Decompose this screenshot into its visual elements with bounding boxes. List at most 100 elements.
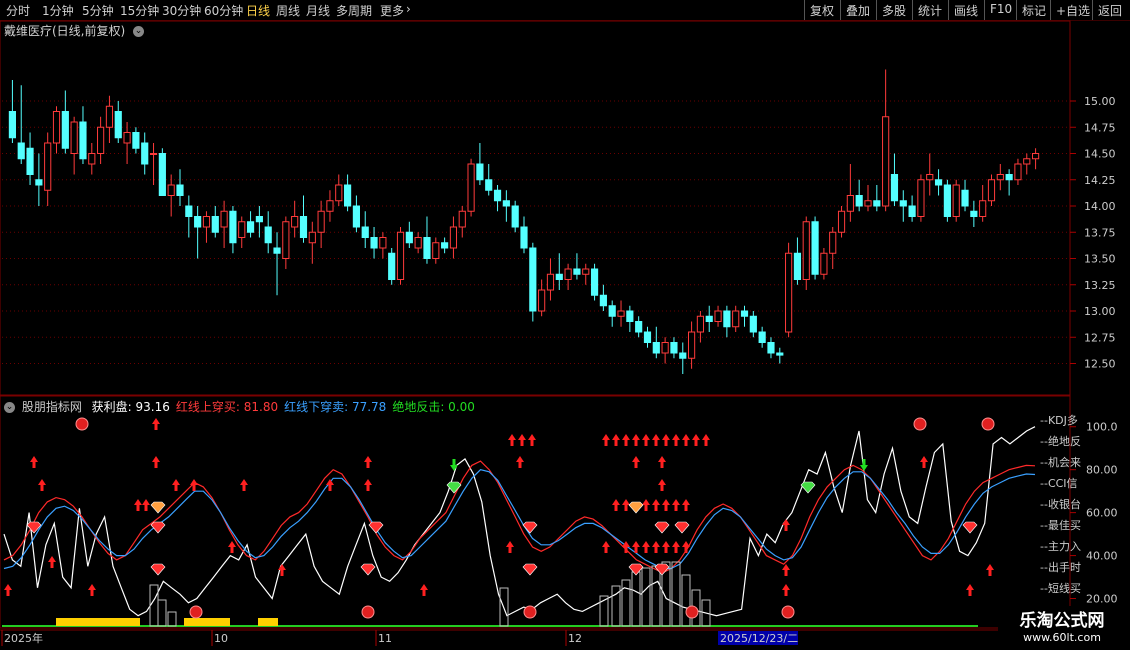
candle-body xyxy=(291,216,299,228)
candle-body xyxy=(837,210,846,233)
volume-bar xyxy=(149,584,159,627)
candle-body xyxy=(502,200,510,207)
red-ball-icon xyxy=(981,417,995,431)
indicator-header: ⌄ 股朋指标网 获利盘: 93.16 红线上穿买: 81.80 红线下穿卖: 77.… xyxy=(4,398,487,415)
candle-body xyxy=(820,252,828,275)
price-tick-label: 14.00 xyxy=(1084,200,1116,213)
buy-arrow-icon xyxy=(364,456,372,468)
candle-body xyxy=(344,184,352,207)
buy-arrow-icon xyxy=(518,434,526,446)
price-tick-label: 14.75 xyxy=(1084,121,1116,134)
stock-chart[interactable]: 15.00 14.75 14.50 14.25 14.00 13.75 13.50 13.25… xyxy=(0,0,1130,650)
buy-arrow-icon xyxy=(622,541,630,553)
candle-body xyxy=(238,221,246,238)
red-ball-icon xyxy=(781,605,795,619)
profit-line xyxy=(3,426,1036,617)
date-label: 11 xyxy=(378,632,392,645)
buy-arrow-icon xyxy=(642,541,650,553)
buy-arrow-icon xyxy=(662,499,670,511)
candle-body xyxy=(370,237,378,249)
candle-body xyxy=(255,216,263,223)
sell-arrow-icon xyxy=(450,459,458,471)
ind-tick-label: 80.00 xyxy=(1086,464,1118,477)
candle-body xyxy=(352,205,360,228)
buy-arrow-icon xyxy=(782,519,790,531)
price-tick-label: 14.50 xyxy=(1084,148,1116,161)
chevron-down-icon[interactable]: ⌄ xyxy=(4,402,15,413)
candle-body xyxy=(467,163,475,212)
candle-body xyxy=(811,221,819,275)
candle-body xyxy=(855,195,863,207)
buy-arrow-icon xyxy=(652,434,660,446)
candle-body xyxy=(688,331,696,359)
buy-arrow-icon xyxy=(672,434,680,446)
buy-arrow-icon xyxy=(508,434,516,446)
buy-arrow-icon xyxy=(48,556,56,568)
buy-arrow-icon xyxy=(652,499,660,511)
candle-body xyxy=(661,342,669,354)
candle-body xyxy=(961,189,969,207)
candle-body xyxy=(79,121,87,160)
buy-arrow-icon xyxy=(88,584,96,596)
buy-arrow-icon xyxy=(516,456,524,468)
buy-arrow-icon xyxy=(682,499,690,511)
candle-body xyxy=(61,111,69,149)
buy-arrow-icon xyxy=(986,564,994,576)
candle-body xyxy=(979,200,987,217)
candle-body xyxy=(785,252,793,333)
diamond-icon xyxy=(628,563,644,576)
candle-body xyxy=(220,210,228,228)
red-ball-icon xyxy=(361,605,375,619)
candle-body xyxy=(599,294,607,307)
volume-bar xyxy=(167,611,177,627)
indicator-name[interactable]: 股朋指标网 xyxy=(22,400,82,414)
price-tick-label: 13.50 xyxy=(1084,253,1116,266)
watermark-url: www.60lt.com xyxy=(1023,631,1101,644)
candle-body xyxy=(449,226,458,249)
candle-body xyxy=(361,226,369,238)
diamond-icon xyxy=(962,521,978,534)
candle-body xyxy=(335,184,343,202)
buy-arrow-icon xyxy=(612,499,620,511)
date-label: 2025年 xyxy=(4,631,43,645)
buy-arrow-icon xyxy=(528,434,536,446)
volume-bar xyxy=(641,567,651,627)
candle-body xyxy=(538,289,546,312)
buy-arrow-icon xyxy=(682,541,690,553)
diamond-icon xyxy=(150,521,166,534)
buy-arrow-icon xyxy=(632,456,640,468)
watermark: 乐淘公式网 www.60lt.com xyxy=(998,606,1126,646)
candle-body xyxy=(740,310,749,317)
candle-body xyxy=(996,174,1004,181)
buy-arrow-icon xyxy=(278,564,286,576)
candle-body xyxy=(132,132,140,149)
buy-arrow-icon xyxy=(966,584,974,596)
buy-arrow-icon xyxy=(134,499,142,511)
buy-arrow-icon xyxy=(662,541,670,553)
candle-body xyxy=(229,210,237,244)
candle-body xyxy=(246,221,255,233)
buy-arrow-icon xyxy=(420,584,428,596)
ind-tick-label: 100.0 xyxy=(1086,421,1118,434)
candle-body xyxy=(432,242,440,259)
candle-body xyxy=(176,184,184,196)
buy-arrow-icon xyxy=(682,434,690,446)
volume-block xyxy=(56,618,140,626)
candle-body xyxy=(441,242,449,249)
buy-arrow-icon xyxy=(190,479,198,491)
price-tick-label: 15.00 xyxy=(1084,95,1116,108)
buy-arrow-icon xyxy=(632,434,640,446)
candle-body xyxy=(17,142,25,160)
candle-body xyxy=(643,331,652,343)
volume-bar xyxy=(621,579,631,627)
candle-body xyxy=(520,226,528,249)
price-tick-label: 13.00 xyxy=(1084,305,1116,318)
candle-body xyxy=(582,268,590,275)
diamond-icon xyxy=(150,501,166,514)
candle-body xyxy=(8,111,16,139)
candle-body xyxy=(388,252,396,280)
volume-bar xyxy=(157,599,167,627)
candle-body xyxy=(590,268,599,296)
candle-body xyxy=(732,310,740,328)
candle-body xyxy=(1023,158,1031,165)
